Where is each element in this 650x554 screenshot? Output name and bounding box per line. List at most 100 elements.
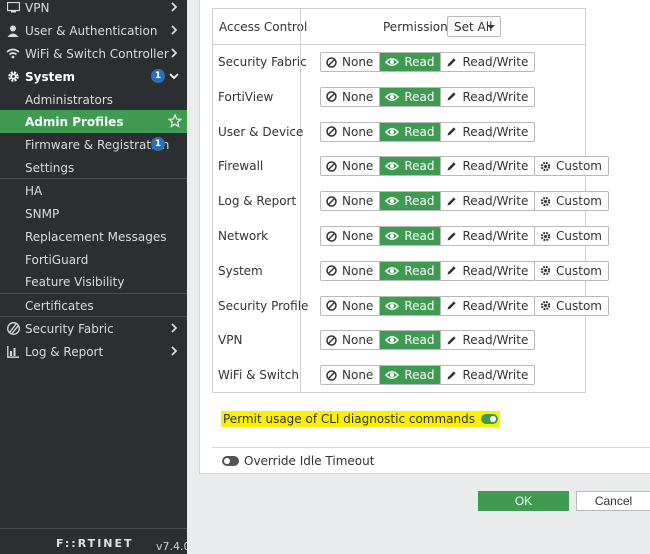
eye-icon: [385, 232, 400, 240]
permission-option-none[interactable]: None: [321, 296, 381, 315]
permission-selector: None Read Read/Write: [320, 156, 536, 177]
permission-option-read[interactable]: Read: [380, 331, 442, 350]
permission-option-readwrite[interactable]: Read/Write: [441, 53, 534, 71]
sidebar-item-settings[interactable]: Settings: [0, 156, 187, 179]
sidebar-item-fortiguard[interactable]: FortiGuard: [0, 248, 187, 271]
sidebar-item-label: WiFi & Switch Controller: [25, 46, 169, 61]
sidebar-item-admin-profiles[interactable]: Admin Profiles: [0, 110, 187, 133]
permission-option-none[interactable]: None: [321, 122, 381, 141]
permission-option-readwrite[interactable]: Read/Write: [441, 262, 534, 280]
sidebar-item-system[interactable]: System 1: [0, 65, 187, 88]
access-control-name: Security Fabric: [218, 55, 307, 69]
sidebar-item-vpn[interactable]: VPN: [0, 0, 187, 19]
permission-option-none[interactable]: None: [321, 53, 381, 71]
permission-option-none[interactable]: None: [321, 157, 381, 176]
sidebar-item-label: Security Fabric: [25, 321, 114, 336]
chevron-right-icon: [171, 48, 178, 58]
gear-icon: [540, 300, 551, 311]
permission-option-label: Read: [404, 333, 435, 348]
cancel-button[interactable]: Cancel: [576, 491, 650, 511]
sidebar-item-user-authentication[interactable]: User & Authentication: [0, 19, 187, 42]
permission-option-read[interactable]: Read: [380, 53, 442, 71]
permission-option-custom[interactable]: Custom: [534, 191, 609, 212]
eye-icon: [385, 371, 400, 380]
permission-option-label: Read/Write: [462, 55, 529, 69]
idle-timeout-toggle[interactable]: [222, 456, 239, 466]
eye-icon: [385, 162, 400, 171]
none-icon: [326, 369, 337, 381]
chevron-right-icon: [171, 346, 178, 356]
cli-diagnostic-toggle-row: Permit usage of CLI diagnostic commands: [221, 411, 500, 427]
permission-option-label: Read/Write: [462, 298, 529, 313]
permission-option-readwrite[interactable]: Read/Write: [441, 88, 534, 106]
sidebar-item-certificates[interactable]: Certificates: [0, 294, 187, 317]
admin-profile-panel: Access Control Permissions Set All Secur…: [199, 0, 650, 474]
notification-badge: 1: [151, 69, 165, 83]
sidebar-item-label: Settings: [25, 160, 75, 175]
permission-option-none[interactable]: None: [321, 192, 381, 211]
security-fabric-icon: [6, 322, 20, 336]
idle-timeout-label: Override Idle Timeout: [244, 454, 375, 468]
permission-option-custom[interactable]: Custom: [534, 226, 609, 246]
permission-option-label: None: [342, 89, 374, 104]
sidebar-item-ha[interactable]: HA: [0, 179, 187, 202]
permission-selector: None Read Read/Write: [320, 260, 536, 281]
permission-option-label: Read/Write: [462, 89, 529, 104]
cli-diagnostic-toggle[interactable]: [481, 414, 498, 424]
sidebar-item-security-fabric[interactable]: Security Fabric: [0, 317, 187, 340]
wifi-icon: [6, 47, 20, 61]
permission-option-read[interactable]: Read: [380, 122, 442, 141]
permission-option-none[interactable]: None: [321, 331, 381, 350]
permissions-table: Access Control Permissions Set All Secur…: [212, 8, 609, 393]
eye-icon: [385, 266, 400, 275]
permission-option-none[interactable]: None: [321, 87, 381, 106]
table-row: Firewall None Read Read/Write Custom: [213, 149, 609, 184]
permission-option-read[interactable]: Read: [380, 366, 442, 385]
none-icon: [326, 56, 337, 68]
sidebar-item-log-report[interactable]: Log & Report: [0, 340, 187, 363]
permission-option-none[interactable]: None: [321, 261, 381, 280]
sidebar-item-snmp[interactable]: SNMP: [0, 202, 187, 225]
permission-option-readwrite[interactable]: Read/Write: [441, 157, 534, 175]
sidebar-item-wifi-switch-controller[interactable]: WiFi & Switch Controller: [0, 42, 187, 65]
permission-option-read[interactable]: Read: [380, 192, 442, 211]
permission-selector: None Read Read/Write: [320, 365, 536, 386]
permission-option-readwrite[interactable]: Read/Write: [441, 192, 534, 210]
permission-option-custom[interactable]: Custom: [534, 156, 609, 177]
permission-option-label: Read: [404, 263, 435, 278]
sidebar-item-administrators[interactable]: Administrators: [0, 88, 187, 111]
access-control-name: Network: [218, 229, 269, 243]
permission-option-read[interactable]: Read: [380, 87, 442, 106]
access-control-name: Log & Report: [218, 194, 297, 209]
permission-option-label: Custom: [556, 298, 602, 313]
sidebar-footer: F::RTINET v7.4.0: [0, 528, 191, 554]
permission-option-readwrite[interactable]: Read/Write: [441, 227, 534, 245]
permission-option-label: None: [342, 368, 374, 383]
sidebar-item-label: HA: [25, 183, 43, 198]
permission-option-read[interactable]: Read: [380, 157, 442, 176]
permission-option-custom[interactable]: Custom: [534, 260, 609, 281]
sidebar-item-replacement-messages[interactable]: Replacement Messages: [0, 225, 187, 248]
permission-option-readwrite[interactable]: Read/Write: [441, 297, 534, 315]
ok-button[interactable]: OK: [478, 491, 569, 511]
permission-option-label: Read: [404, 89, 435, 104]
permission-option-read[interactable]: Read: [380, 227, 442, 245]
pencil-icon: [447, 197, 457, 206]
permission-option-custom[interactable]: Custom: [534, 295, 609, 316]
permission-option-read[interactable]: Read: [380, 261, 442, 280]
permission-option-readwrite[interactable]: Read/Write: [441, 366, 534, 384]
permission-option-readwrite[interactable]: Read/Write: [441, 123, 534, 141]
set-all-dropdown[interactable]: Set All: [447, 16, 501, 37]
none-icon: [326, 230, 337, 242]
divider: [212, 447, 650, 448]
permission-option-none[interactable]: None: [321, 227, 381, 245]
sidebar-item-firmware-registration[interactable]: Firmware & Registration 1: [0, 133, 187, 156]
star-icon[interactable]: [168, 114, 182, 128]
permission-option-readwrite[interactable]: Read/Write: [441, 331, 534, 349]
access-control-name: VPN: [218, 333, 243, 348]
sidebar-item-label: VPN: [25, 0, 50, 15]
sidebar-item-feature-visibility[interactable]: Feature Visibility: [0, 270, 187, 293]
permission-option-none[interactable]: None: [321, 366, 381, 385]
permission-option-read[interactable]: Read: [380, 296, 442, 315]
sidebar-item-label: Replacement Messages: [25, 229, 167, 244]
